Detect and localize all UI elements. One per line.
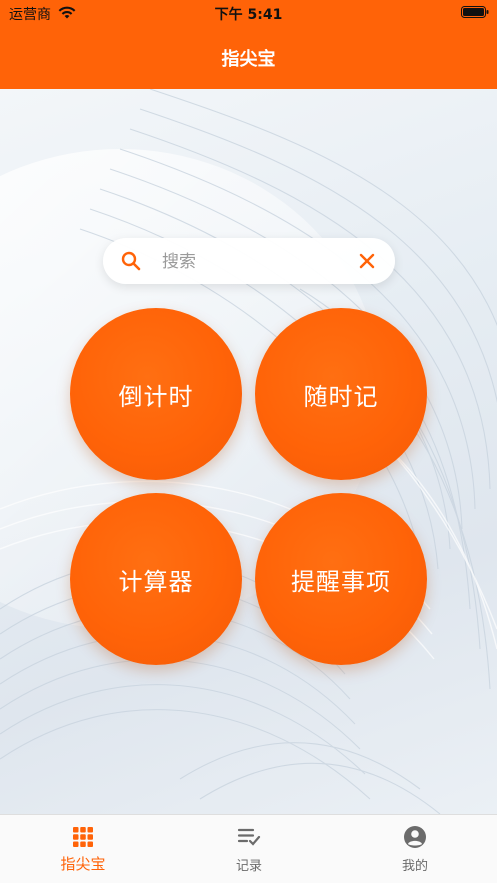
checklist-icon xyxy=(237,828,261,846)
tab-profile-label: 我的 xyxy=(401,859,428,874)
background-pattern xyxy=(0,89,497,814)
tab-bar: 指尖宝 记录 我的 xyxy=(0,814,497,883)
grid-icon xyxy=(73,827,93,847)
search-input[interactable] xyxy=(160,246,344,278)
calculator-label: 计算器 xyxy=(118,567,194,596)
countdown-label: 倒计时 xyxy=(118,382,194,411)
search-bar[interactable] xyxy=(103,238,395,284)
close-icon[interactable] xyxy=(357,251,377,271)
quick-notes-button[interactable]: 随时记 xyxy=(255,308,427,480)
battery-icon xyxy=(461,6,489,18)
reminders-label: 提醒事项 xyxy=(291,567,391,596)
reminders-button[interactable]: 提醒事项 xyxy=(255,493,427,665)
tab-records-label: 记录 xyxy=(235,859,262,874)
tab-home-label: 指尖宝 xyxy=(60,855,106,873)
search-icon xyxy=(121,251,141,271)
header-bar: 运营商 下午 5:41 指尖宝 xyxy=(0,0,497,89)
quick-notes-label: 随时记 xyxy=(303,382,379,411)
status-bar: 运营商 下午 5:41 xyxy=(0,0,497,28)
clock-time: 下午 5:41 xyxy=(214,7,283,23)
countdown-button[interactable]: 倒计时 xyxy=(70,308,242,480)
tab-profile[interactable]: 我的 xyxy=(332,815,497,883)
calculator-button[interactable]: 计算器 xyxy=(70,493,242,665)
profile-icon xyxy=(404,826,426,848)
tab-home[interactable]: 指尖宝 xyxy=(0,815,166,883)
main-content: 倒计时 随时记 计算器 提醒事项 xyxy=(0,89,497,814)
tab-records[interactable]: 记录 xyxy=(166,815,332,883)
app-screen: 运营商 下午 5:41 指尖宝 搜索 倒计时 随时记 计算器 提醒事项 指尖宝 … xyxy=(0,0,497,883)
page-title: 指尖宝 xyxy=(221,49,276,70)
